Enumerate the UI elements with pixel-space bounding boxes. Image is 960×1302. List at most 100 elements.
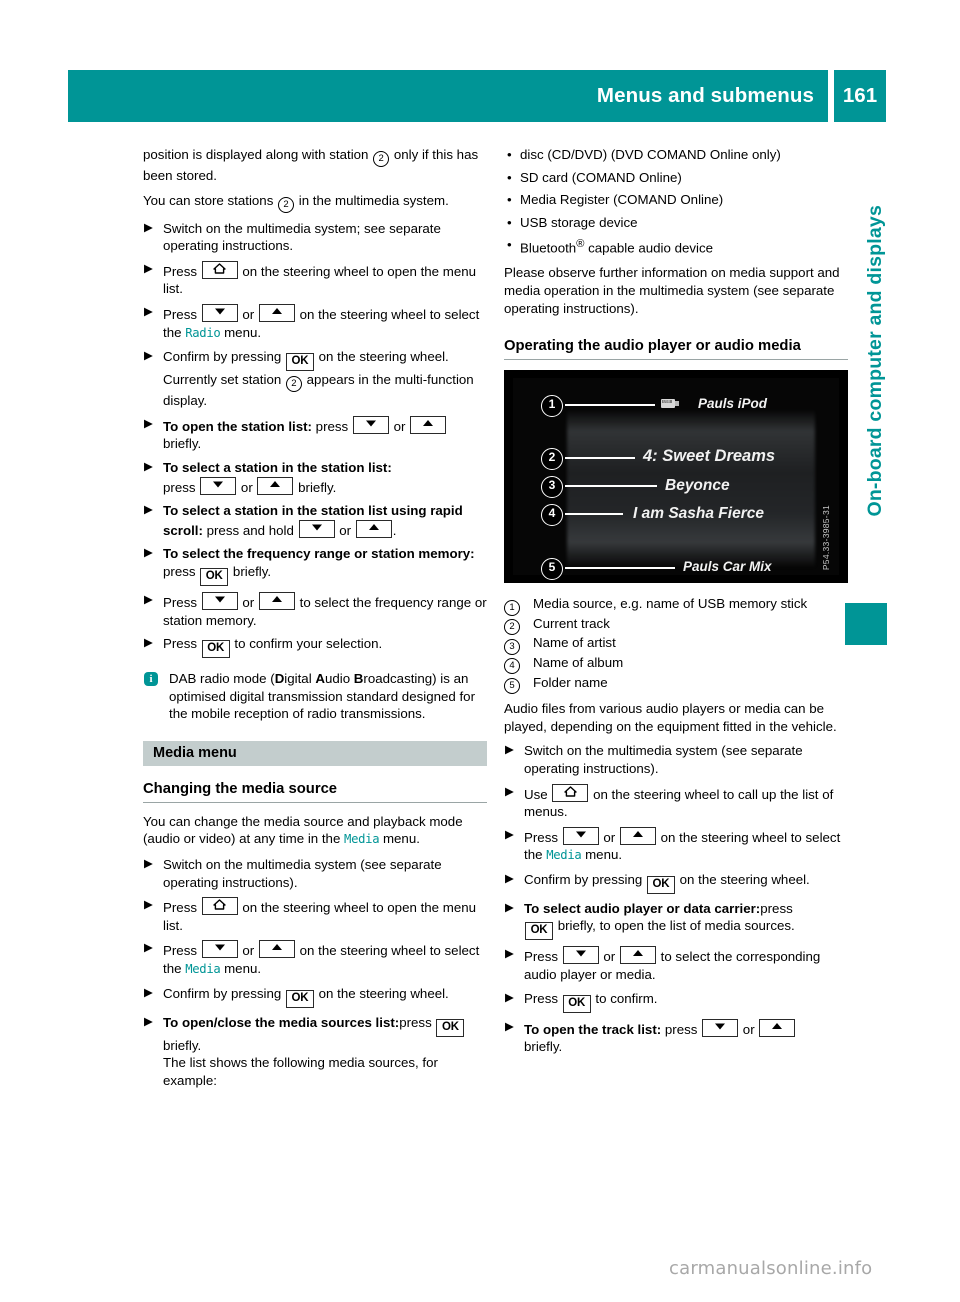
step-text: on the steering wheel.: [679, 871, 810, 887]
step-text: to confirm.: [595, 990, 658, 1006]
paragraph-intro-1: position is displayed along with station…: [143, 146, 487, 185]
step-text: press: [664, 1021, 698, 1037]
up-arrow-key-icon[interactable]: [619, 946, 656, 965]
down-arrow-key-icon[interactable]: [298, 519, 335, 538]
heading-operating-audio-player: Operating the audio player or audio medi…: [504, 338, 801, 355]
chapter-side-tab-label: On-board computer and displays: [864, 205, 886, 517]
down-arrow-key-icon[interactable]: [352, 415, 389, 434]
circled-number-4: 4: [504, 655, 520, 675]
step-item: ▶ To select audio player or data carrier…: [504, 900, 848, 941]
ok-key-button[interactable]: OK: [285, 989, 314, 1008]
step-marker-icon: ▶: [144, 547, 153, 560]
up-arrow-key-icon[interactable]: [355, 519, 392, 538]
step-marker-icon: ▶: [505, 1020, 514, 1033]
home-key-icon[interactable]: [201, 897, 238, 916]
down-arrow-key-icon[interactable]: [201, 940, 238, 959]
step-text: press: [760, 900, 793, 916]
step-marker-icon: ▶: [505, 948, 514, 961]
step-marker-icon: ▶: [144, 460, 153, 473]
down-arrow-key-icon[interactable]: [562, 946, 599, 965]
step-text: or: [393, 418, 406, 434]
home-key-icon[interactable]: [552, 783, 589, 802]
up-arrow-key-icon[interactable]: [258, 940, 295, 959]
down-arrow-key-icon[interactable]: [201, 591, 238, 610]
legend-text: Current track: [533, 615, 610, 631]
ok-key-button[interactable]: OK: [646, 875, 675, 894]
legend-text: Folder name: [533, 674, 608, 690]
step-bold-lead: To open the track list:: [524, 1021, 662, 1037]
up-arrow-key-icon[interactable]: [759, 1018, 796, 1037]
step-text: press: [163, 479, 196, 495]
bullet-icon: •: [507, 192, 512, 208]
up-arrow-key-icon[interactable]: [258, 303, 295, 322]
step-text: to confirm your selection.: [234, 636, 383, 652]
figure-callout-5: 5: [541, 558, 563, 581]
step-item: ▶ Switch on the multimedia system (see s…: [143, 856, 487, 891]
up-arrow-key-icon[interactable]: [258, 591, 295, 610]
menu-name-media: Media: [185, 962, 221, 977]
step-text: Press: [163, 900, 197, 916]
step-marker-icon: ▶: [144, 262, 153, 275]
step-item: ▶ To select the frequency range or stati…: [143, 545, 487, 586]
figure-folder: Pauls Car Mix: [683, 559, 772, 575]
step-item: ▶ To open the track list: press or brief…: [504, 1018, 848, 1056]
info-text: udio: [324, 671, 354, 687]
step-marker-icon: ▶: [144, 986, 153, 999]
step-text: Confirm by pressing: [163, 349, 282, 365]
step-text: Confirm by pressing: [524, 871, 643, 887]
figure-callout-1: 1: [541, 395, 563, 418]
ok-key-button[interactable]: OK: [200, 567, 229, 586]
up-arrow-key-icon[interactable]: [257, 476, 294, 495]
step-marker-icon: ▶: [144, 504, 153, 517]
step-text: menu.: [585, 847, 623, 863]
paragraph-text: menu.: [382, 831, 420, 847]
up-arrow-key-icon[interactable]: [619, 826, 656, 845]
info-text-bold: A: [315, 671, 325, 687]
step-item: ▶ Press or to select the corresponding a…: [504, 946, 848, 983]
step-text: Press: [524, 949, 558, 965]
ok-key-button[interactable]: OK: [562, 994, 591, 1013]
down-arrow-key-icon[interactable]: [562, 826, 599, 845]
down-arrow-key-icon[interactable]: [702, 1018, 739, 1037]
step-text: on the steering wheel.: [318, 349, 449, 365]
step-text: Confirm by pressing: [163, 985, 282, 1001]
step-item: ▶ Confirm by pressing OK on the steering…: [504, 871, 848, 894]
step-item: ▶ To open/close the media sources list:p…: [143, 1014, 487, 1090]
step-text: briefly.: [298, 479, 337, 495]
list-item: • SD card (COMAND Online): [504, 169, 848, 187]
step-item: ▶ Confirm by pressing OK on the steering…: [143, 985, 487, 1008]
step-item: ▶ Press or on the steering wheel to sele…: [143, 303, 487, 342]
site-watermark: carmanualsonline.info: [669, 1258, 873, 1279]
down-arrow-key-icon[interactable]: [200, 476, 237, 495]
menu-name-media: Media: [546, 848, 582, 863]
bullet-icon: •: [507, 237, 512, 253]
ok-key-button[interactable]: OK: [436, 1018, 465, 1037]
info-text-bold: B: [353, 671, 364, 687]
up-arrow-key-icon[interactable]: [410, 415, 447, 434]
paragraph-observe: Please observe further information on me…: [504, 265, 840, 316]
home-key-icon[interactable]: [201, 260, 238, 279]
ok-key-button[interactable]: OK: [525, 922, 553, 941]
step-text: press: [399, 1014, 432, 1030]
circled-number-2: 2: [504, 616, 520, 636]
step-text: Switch on the multimedia system (see sep…: [524, 743, 803, 776]
ok-key-button[interactable]: OK: [201, 640, 230, 659]
figure-callout-line: [565, 567, 675, 569]
step-marker-icon: ▶: [505, 785, 514, 798]
heading-rule: [504, 359, 848, 361]
figure-source-name: Pauls iPod: [698, 396, 768, 412]
step-text: press and hold: [206, 522, 294, 538]
step-text: briefly, to open the list of media sourc…: [557, 918, 795, 934]
step-text: briefly.: [232, 563, 272, 579]
figure-callout-line: [565, 513, 623, 515]
down-arrow-key-icon[interactable]: [201, 303, 238, 322]
intro-2-post: in the multimedia system.: [298, 192, 449, 208]
ok-key-button[interactable]: OK: [285, 353, 314, 372]
step-marker-icon: ▶: [144, 858, 153, 871]
legend-item: 3 Name of artist: [504, 634, 848, 655]
step-text: briefly.: [163, 1037, 202, 1053]
info-text-bold: D: [274, 671, 285, 687]
menu-name-media: Media: [344, 832, 380, 847]
step-text: .: [392, 522, 397, 538]
figure-artist: Beyonce: [665, 477, 730, 495]
